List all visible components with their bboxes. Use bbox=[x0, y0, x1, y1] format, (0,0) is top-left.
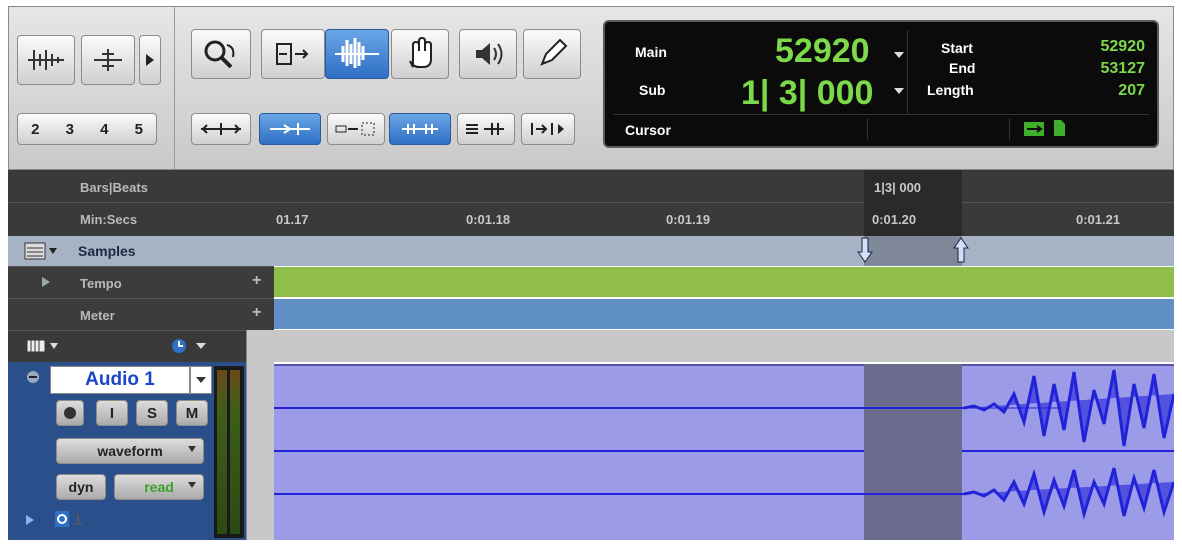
min-secs-tick: 01.17 bbox=[276, 212, 309, 227]
length-value[interactable]: 207 bbox=[1118, 82, 1145, 100]
automation-mode-selector[interactable]: read bbox=[114, 474, 204, 500]
tempo-ruler-label[interactable]: Tempo bbox=[80, 276, 122, 291]
divider bbox=[867, 118, 868, 140]
min-secs-tick: 0:01.21 bbox=[1076, 212, 1121, 227]
samples-ruler-label[interactable]: Samples bbox=[78, 243, 136, 259]
expand-arrow-icon[interactable] bbox=[139, 35, 161, 85]
timeline-rulers bbox=[8, 170, 1174, 236]
track-timebase-icon[interactable] bbox=[54, 510, 88, 528]
mirror-midi-icon[interactable] bbox=[457, 113, 515, 145]
zoom-preset-2[interactable]: 2 bbox=[31, 121, 39, 138]
divider bbox=[174, 7, 175, 169]
bars-beats-selection-text: 1|3| 000 bbox=[874, 180, 922, 195]
audio-waveform bbox=[274, 369, 1174, 520]
zoom-tool-icon[interactable] bbox=[191, 29, 251, 79]
link-timeline-icon[interactable] bbox=[259, 113, 321, 145]
min-secs-tick: 0:01.18 bbox=[466, 212, 511, 227]
start-value[interactable]: 52920 bbox=[1101, 38, 1146, 56]
shuffle-mode-icon[interactable] bbox=[17, 35, 75, 85]
track-view-selector[interactable]: waveform bbox=[56, 438, 204, 464]
divider bbox=[907, 30, 908, 114]
mute-button[interactable]: M bbox=[176, 400, 208, 426]
input-monitor-button[interactable]: I bbox=[96, 400, 128, 426]
keyboard-focus-icon[interactable] bbox=[521, 113, 575, 145]
bars-beats-ruler-label[interactable]: Bars|Beats bbox=[80, 180, 148, 195]
meter-add-icon[interactable]: + bbox=[252, 304, 261, 322]
length-label: Length bbox=[927, 82, 974, 98]
track-name-menu[interactable] bbox=[190, 366, 212, 394]
solo-button[interactable]: S bbox=[136, 400, 168, 426]
samples-selection-highlight bbox=[864, 236, 962, 266]
sub-counter-value[interactable]: 1| 3| 000 bbox=[741, 74, 873, 113]
track-scroll-edge bbox=[246, 330, 274, 540]
tempo-ruler-track bbox=[274, 267, 1174, 297]
zoom-preset-group: 2 3 4 5 bbox=[17, 113, 157, 145]
automation-type-button[interactable]: dyn bbox=[56, 474, 106, 500]
tempo-expand-icon[interactable] bbox=[40, 276, 52, 288]
tempo-add-icon[interactable]: + bbox=[252, 272, 261, 290]
timebase-clock-icon[interactable] bbox=[170, 337, 214, 355]
divider bbox=[8, 202, 1174, 203]
divider bbox=[613, 114, 1149, 115]
track-name: Audio 1 bbox=[85, 369, 155, 390]
end-value[interactable]: 53127 bbox=[1101, 60, 1146, 78]
sub-counter-dropdown-icon[interactable] bbox=[893, 86, 905, 96]
zoom-preset-4[interactable]: 4 bbox=[100, 121, 108, 138]
main-counter-value[interactable]: 52920 bbox=[775, 32, 870, 71]
grabber-hand-icon[interactable] bbox=[391, 29, 449, 79]
zoom-preset-5[interactable]: 5 bbox=[135, 121, 143, 138]
sub-counter-label: Sub bbox=[639, 82, 666, 98]
link-track-selection-icon[interactable] bbox=[327, 113, 385, 145]
track-collapse-icon[interactable] bbox=[26, 370, 40, 384]
meter-ruler-track bbox=[274, 299, 1174, 329]
track-view-menu-icon[interactable] bbox=[26, 338, 74, 354]
pencil-tool-icon[interactable] bbox=[523, 29, 581, 79]
selection-end-marker-icon[interactable] bbox=[952, 236, 970, 264]
doc-icon[interactable] bbox=[1051, 118, 1067, 138]
samples-ruler bbox=[8, 236, 1174, 266]
end-label: End bbox=[949, 60, 976, 76]
divider bbox=[1009, 118, 1010, 140]
trim-tool-icon[interactable] bbox=[261, 29, 325, 79]
min-secs-ruler-label[interactable]: Min:Secs bbox=[80, 212, 137, 227]
zoom-preset-3[interactable]: 3 bbox=[66, 121, 74, 138]
track-expand-icon[interactable] bbox=[24, 514, 36, 526]
meter-ruler-label[interactable]: Meter bbox=[80, 308, 115, 323]
dropdown-arrow-icon bbox=[188, 446, 196, 452]
insertion-follows-playback-icon[interactable] bbox=[389, 113, 451, 145]
track-level-meter bbox=[214, 366, 244, 538]
record-enable-button[interactable] bbox=[56, 400, 84, 426]
link-selection-icon[interactable] bbox=[1023, 120, 1045, 138]
selector-tool-icon[interactable] bbox=[325, 29, 389, 79]
dropdown-arrow-icon bbox=[188, 482, 196, 488]
min-secs-tick: 0:01.20 bbox=[872, 212, 917, 227]
ruler-view-menu-icon[interactable] bbox=[24, 242, 74, 260]
min-secs-tick: 0:01.19 bbox=[666, 212, 711, 227]
speaker-scrub-icon[interactable] bbox=[459, 29, 517, 79]
main-counter-label: Main bbox=[635, 44, 667, 60]
meter-ruler-header bbox=[8, 298, 274, 330]
start-label: Start bbox=[941, 40, 973, 56]
selection-start-marker-icon[interactable] bbox=[856, 236, 874, 264]
slip-mode-icon[interactable] bbox=[81, 35, 135, 85]
clip-lane-header bbox=[274, 330, 1174, 362]
cursor-label: Cursor bbox=[625, 122, 671, 138]
tab-to-transient-icon[interactable] bbox=[191, 113, 251, 145]
track-name-field[interactable]: Audio 1 bbox=[50, 366, 190, 394]
main-counter-dropdown-icon[interactable] bbox=[893, 50, 905, 60]
main-counter: Main 52920 Sub 1| 3| 000 Cursor Start En… bbox=[603, 20, 1159, 148]
